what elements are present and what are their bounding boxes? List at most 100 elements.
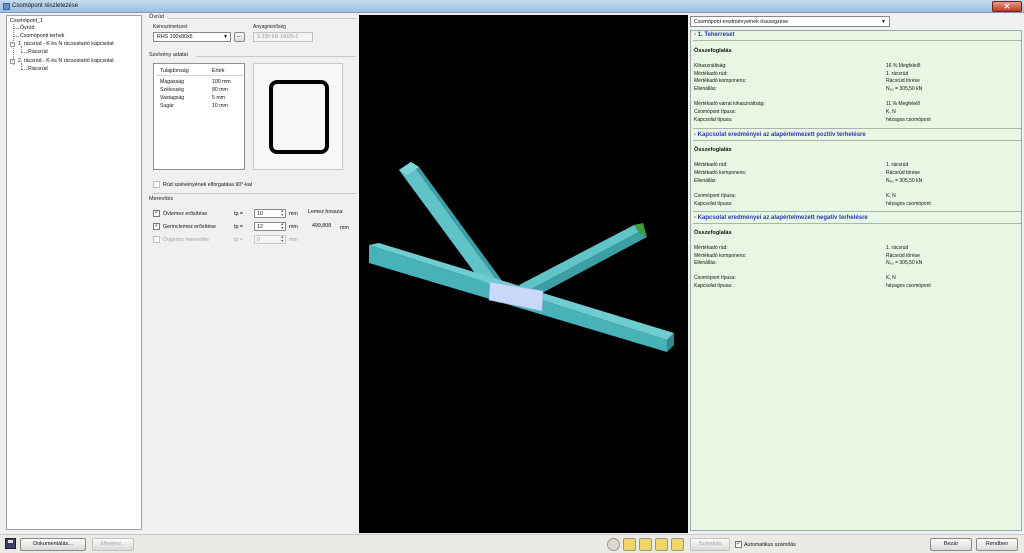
tree-connector bbox=[13, 28, 19, 29]
separator bbox=[693, 211, 1021, 212]
result-value: 1. rácsrúd bbox=[886, 245, 909, 251]
flange-stiffening-checkbox[interactable]: ✓ bbox=[153, 210, 160, 217]
unit-label: mm bbox=[289, 224, 298, 230]
result-value: hézagos csomópont bbox=[886, 117, 931, 123]
cross-section-select[interactable]: RHS 100x80x5 ▼ bbox=[153, 32, 231, 42]
web-flange-stiffening-label: Övgerinc merevítés bbox=[163, 237, 209, 243]
table-icon[interactable] bbox=[623, 538, 636, 551]
plate-length-unit: mm bbox=[340, 225, 349, 231]
flange-thickness-value: 10 bbox=[257, 211, 263, 217]
tree-item-brace-2-member[interactable]: Rácsrúd bbox=[28, 66, 48, 72]
window-title: Csomópont részletezése bbox=[12, 3, 79, 9]
result-label: Csomópont típusa: bbox=[694, 193, 736, 199]
summary-heading: Összefoglalás bbox=[694, 48, 732, 54]
result-value: N₆₀ = 305,50 kN bbox=[886, 178, 923, 184]
spinner-icon[interactable]: ▲ ▼ bbox=[281, 209, 284, 217]
separator bbox=[156, 75, 244, 76]
tp-label: tp = bbox=[234, 224, 243, 230]
browse-section-button[interactable]: ... bbox=[234, 32, 245, 42]
separator bbox=[168, 18, 356, 19]
result-label: Csomópont típusa: bbox=[694, 109, 736, 115]
bottom-toolbar: Dokumentálás... Elhelyez... Számítás ✓ A… bbox=[0, 534, 1024, 553]
tree-item-brace-1[interactable]: 1. rácsrúd - K és N rácsostartó kapcsola… bbox=[18, 41, 114, 47]
result-label: Kapcsolat típusa: bbox=[694, 283, 733, 289]
spinner-icon[interactable]: ▲ ▼ bbox=[281, 235, 284, 243]
result-label: Ellenállás: bbox=[694, 86, 717, 92]
plate-length-value: 499,808 bbox=[312, 223, 332, 229]
close-window-button[interactable]: ✕ bbox=[992, 1, 1022, 12]
close-button[interactable]: Bezár bbox=[930, 538, 972, 551]
globe-icon[interactable] bbox=[607, 538, 620, 551]
result-label: Mértékadó rúd: bbox=[694, 162, 728, 168]
tree-root[interactable]: Csomópont_1 bbox=[10, 18, 43, 24]
save-icon[interactable] bbox=[5, 538, 16, 549]
separator bbox=[153, 193, 356, 194]
chevron-down-icon: ▼ bbox=[223, 34, 228, 40]
web-stiffening-checkbox[interactable]: ✓ bbox=[153, 223, 160, 230]
positive-load-heading: - Kapcsolat eredményei az alapértelmezet… bbox=[694, 132, 866, 138]
ok-button[interactable]: Rendben bbox=[976, 538, 1018, 551]
flange-thickness-input[interactable]: 10 ▲ ▼ bbox=[254, 209, 286, 218]
tree-item-loads[interactable]: Csomóponti terhek bbox=[20, 33, 64, 39]
result-label: Mértékadó komponens: bbox=[694, 170, 747, 176]
tree-connector bbox=[21, 69, 27, 70]
tree-item-brace-2[interactable]: 2. rácsrúd - K és N rácsostartó kapcsola… bbox=[18, 58, 114, 64]
web-flange-stiffening-checkbox[interactable] bbox=[153, 236, 160, 243]
negative-load-heading: - Kapcsolat eredményei az alapértelmezet… bbox=[694, 215, 868, 221]
prop-name: Sugár bbox=[160, 103, 174, 109]
export-icon[interactable] bbox=[671, 538, 684, 551]
prop-name: Magasság bbox=[160, 79, 184, 85]
result-value: K, N bbox=[886, 275, 896, 281]
brace-right-side bbox=[519, 225, 639, 293]
section-preview bbox=[253, 63, 343, 170]
result-label: Mértékadó komponens: bbox=[694, 253, 747, 259]
expand-icon[interactable]: - bbox=[10, 42, 15, 47]
cross-section-value: RHS 100x80x5 bbox=[157, 34, 193, 40]
unit-label: mm bbox=[289, 237, 298, 243]
result-label: Mértékadó varrat kihasználtság: bbox=[694, 101, 765, 107]
tp-label: tp = bbox=[234, 237, 243, 243]
separator bbox=[693, 40, 1021, 41]
prop-name: Szélesség bbox=[160, 87, 184, 93]
rotate-section-checkbox[interactable] bbox=[153, 181, 160, 188]
folder-open-icon[interactable] bbox=[655, 538, 668, 551]
result-label: Mértékadó komponens: bbox=[694, 78, 747, 84]
prop-name: Vastagság bbox=[160, 95, 185, 101]
result-value: 16 % Megfelelő bbox=[886, 63, 921, 69]
web-thickness-value: 12 bbox=[257, 224, 263, 230]
web-stiffening-label: Gerinclemez erősítése bbox=[163, 224, 216, 230]
result-label: Mértékadó rúd: bbox=[694, 245, 728, 251]
place-button[interactable]: Elhelyez... bbox=[92, 538, 134, 551]
node-tree[interactable]: Csomópont_1 Övrúd Csomóponti terhek - 1.… bbox=[6, 15, 142, 530]
material-field: S 235 EN 10025-2 bbox=[253, 32, 313, 42]
title-bar: Csomópont részletezése ✕ bbox=[0, 0, 1024, 13]
folder-icon[interactable] bbox=[639, 538, 652, 551]
result-label: Ellenállás: bbox=[694, 260, 717, 266]
web-thickness-input[interactable]: 12 ▲ ▼ bbox=[254, 222, 286, 231]
result-value: N₆₀ = 305,50 kN bbox=[886, 260, 923, 266]
result-label: Csomópont típusa: bbox=[694, 275, 736, 281]
separator bbox=[693, 223, 1021, 224]
prop-value: 10 mm bbox=[212, 103, 228, 109]
prop-value: 100 mm bbox=[212, 79, 231, 85]
tree-connector bbox=[13, 36, 19, 37]
brace-right-face bbox=[524, 232, 647, 299]
result-label: Kapcsolat típusa: bbox=[694, 117, 733, 123]
result-value: 1. rácsrúd bbox=[886, 71, 909, 77]
3d-viewport[interactable] bbox=[359, 15, 688, 533]
spinner-icon[interactable]: ▲ ▼ bbox=[281, 222, 284, 230]
auto-calc-checkbox[interactable]: ✓ bbox=[735, 541, 742, 548]
documentation-button[interactable]: Dokumentálás... bbox=[20, 538, 86, 551]
expand-icon[interactable]: - bbox=[10, 59, 15, 64]
props-header-property: Tulajdonság bbox=[160, 68, 189, 74]
tree-item-brace-1-member[interactable]: Rácsrúd bbox=[28, 49, 48, 55]
results-view-select[interactable]: Csomópont eredményeinek összegzése ▼ bbox=[690, 16, 890, 27]
rotate-section-label: Rúd szelvényének elforgatása 90°-kal bbox=[163, 182, 252, 188]
separator bbox=[693, 128, 1021, 129]
web-flange-thickness-input[interactable]: 0 ▲ ▼ bbox=[254, 235, 286, 244]
summary-heading: Összefoglalás bbox=[694, 147, 732, 153]
props-header-value: Érték bbox=[212, 68, 225, 74]
calculate-button[interactable]: Számítás bbox=[690, 538, 730, 551]
tree-item-chord[interactable]: Övrúd bbox=[20, 25, 34, 31]
profile-data-title: Szelvény adatai bbox=[149, 52, 188, 58]
